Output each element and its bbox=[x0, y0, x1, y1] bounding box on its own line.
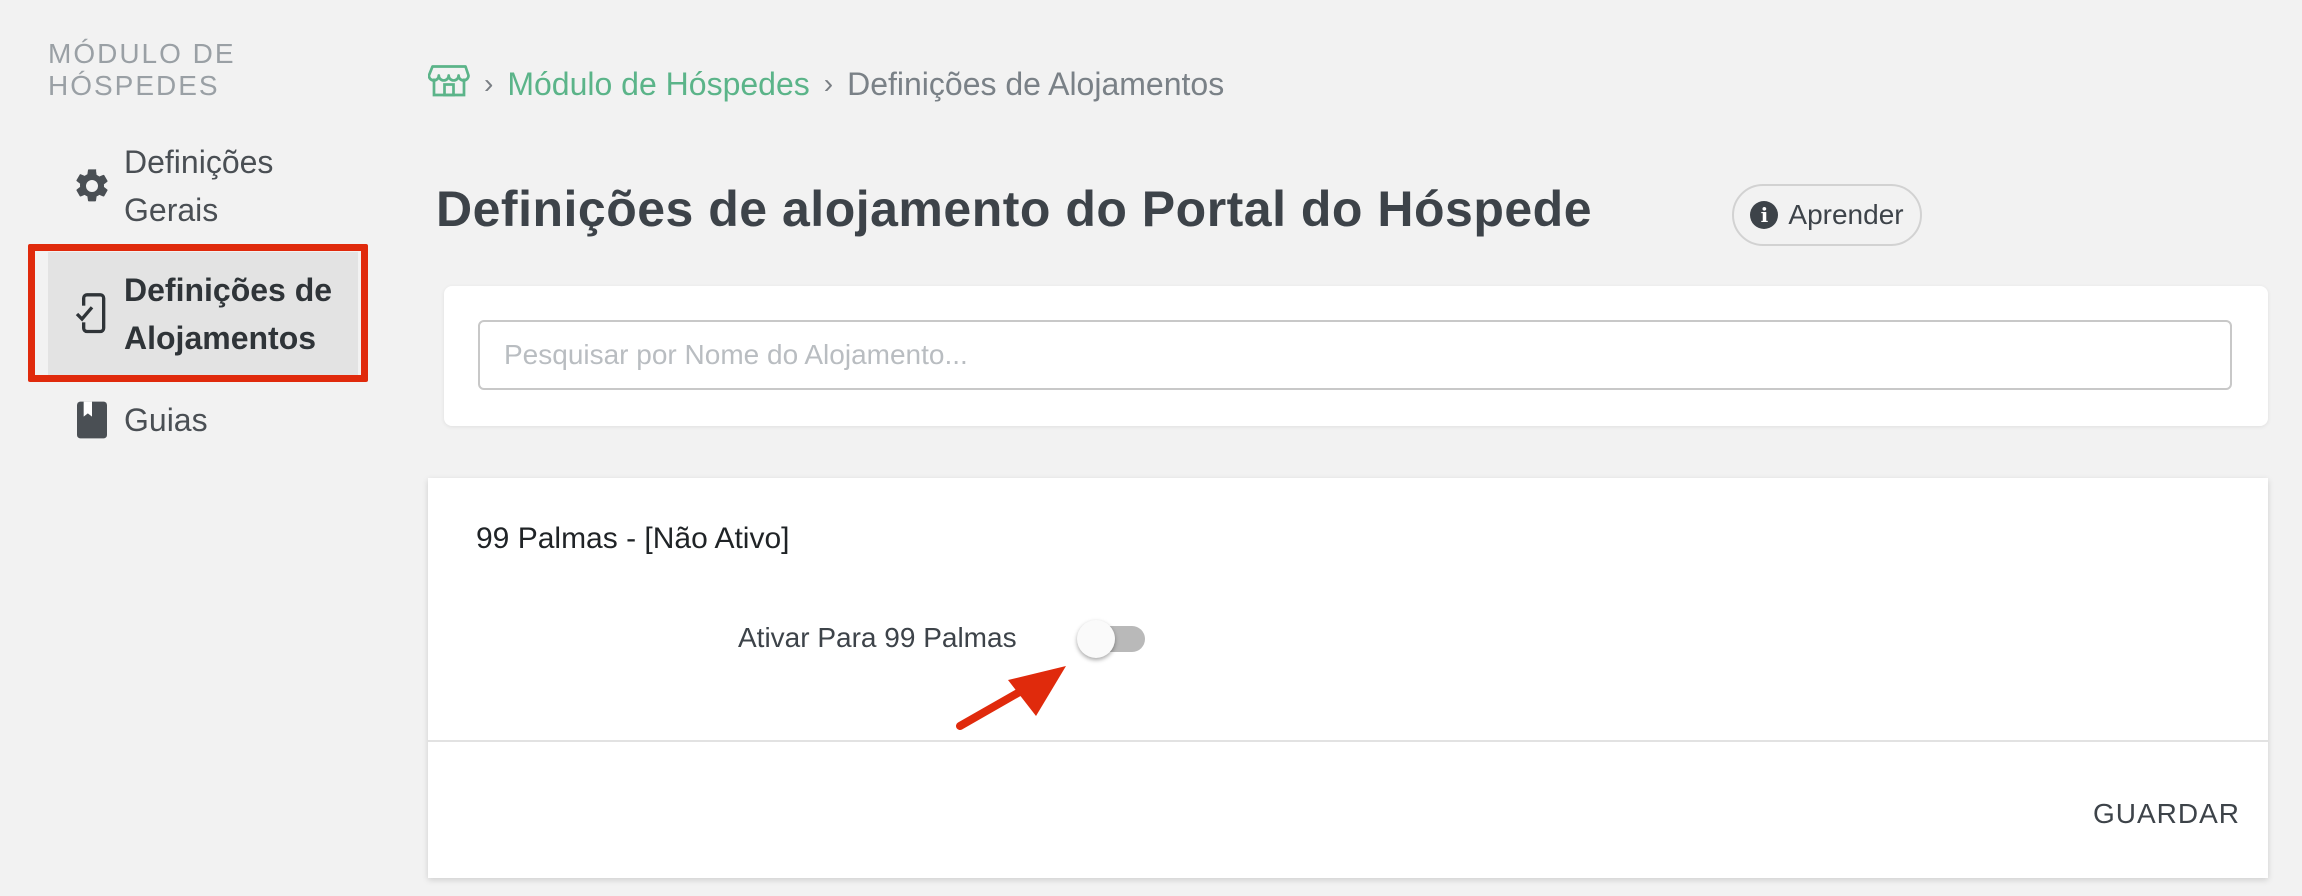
info-icon: i bbox=[1750, 201, 1779, 229]
gear-icon bbox=[68, 162, 116, 210]
breadcrumb-link-guest-module[interactable]: Módulo de Hóspedes bbox=[507, 66, 809, 103]
activate-toggle-label: Ativar Para 99 Palmas bbox=[738, 622, 1017, 653]
page: MÓDULO DE HÓSPEDES Definições Gerais Def… bbox=[0, 0, 2302, 896]
activate-toggle[interactable] bbox=[1076, 620, 1149, 658]
search-input[interactable] bbox=[478, 320, 2232, 390]
card-divider bbox=[428, 740, 2268, 742]
lodging-name: 99 Palmas - [Não Ativo] bbox=[476, 522, 790, 555]
sidebar-heading: MÓDULO DE HÓSPEDES bbox=[48, 38, 236, 101]
lodging-card: 99 Palmas - [Não Ativo] Ativar Para 99 P… bbox=[428, 478, 2268, 878]
page-title: Definições de alojamento do Portal do Hó… bbox=[436, 181, 1593, 237]
book-icon bbox=[68, 396, 116, 444]
learn-button[interactable]: i Aprender bbox=[1732, 184, 1922, 246]
save-button[interactable]: GUARDAR bbox=[2089, 790, 2244, 838]
sidebar-item-general-settings[interactable]: Definições Gerais bbox=[48, 136, 358, 236]
annotation-arrow-icon bbox=[956, 666, 1066, 730]
annotation-highlight-box bbox=[28, 244, 368, 382]
chevron-right-icon: › bbox=[484, 68, 494, 99]
sidebar-item-label: Definições Gerais bbox=[124, 144, 274, 228]
chevron-right-icon: › bbox=[823, 68, 834, 99]
storefront-icon[interactable] bbox=[427, 62, 470, 106]
breadcrumb: › Módulo de Hóspedes › Definições de Alo… bbox=[427, 62, 1225, 106]
sidebar-item-label: Guias bbox=[124, 402, 208, 438]
breadcrumb-current: Definições de Alojamentos bbox=[847, 65, 1225, 102]
sidebar-item-guides[interactable]: Guias bbox=[48, 392, 358, 448]
sidebar: MÓDULO DE HÓSPEDES Definições Gerais Def… bbox=[0, 0, 380, 896]
learn-button-label: Aprender bbox=[1788, 199, 1904, 230]
search-card bbox=[444, 286, 2268, 426]
activate-toggle-row: Ativar Para 99 Palmas bbox=[738, 620, 1149, 658]
toggle-thumb[interactable] bbox=[1076, 620, 1115, 658]
